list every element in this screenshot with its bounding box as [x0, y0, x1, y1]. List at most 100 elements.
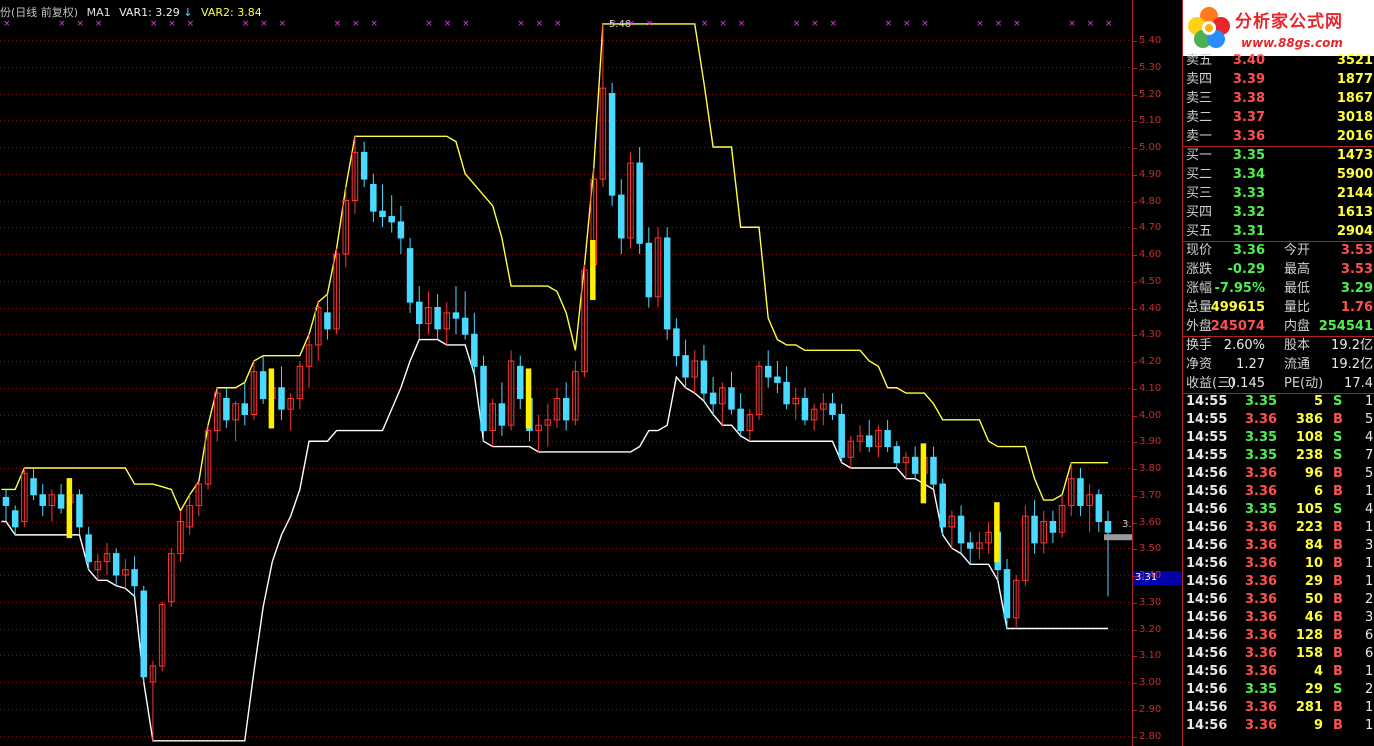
flower-logo-icon: [1188, 7, 1230, 48]
stat-label: 净资: [1186, 357, 1213, 372]
stat-label: 外盘: [1186, 319, 1213, 334]
order-volume: 5900: [1336, 167, 1373, 182]
tick-side: B: [1333, 592, 1343, 607]
tick-time: 14:56: [1186, 538, 1228, 553]
price-tick-mark: [1133, 388, 1137, 390]
quote-info-row: 收益(三) 0.145 PE(动) 17.4: [1183, 375, 1374, 393]
candle-body: [939, 483, 946, 528]
candle-body: [737, 408, 744, 432]
signal-x-marker: ×: [1013, 19, 1021, 29]
logo-url: www.88gs.com: [1241, 36, 1343, 50]
price-tick-mark: [1133, 308, 1137, 310]
chart-header: 份(日线 前复权) MA1 VAR1: 3.29 ↓ VAR2: 3.84: [0, 4, 267, 20]
signal-x-marker: ×: [425, 19, 433, 29]
kline-chart[interactable]: × × × × × × × × × × × × × × × × × × × × × × × × × × × × × × × × × × × × × 5.4…: [0, 0, 1132, 746]
price-tick-mark: [1133, 441, 1137, 443]
order-label: 买四: [1186, 205, 1213, 220]
candle-body: [278, 387, 285, 410]
price-tick-mark: [1133, 227, 1137, 229]
var2-label: VAR2: 3.84: [201, 6, 262, 19]
price-tick-label: 3.80: [1139, 462, 1162, 474]
tick-side: S: [1333, 502, 1343, 517]
signal-x-marker: ×: [921, 19, 929, 29]
price-tick-label: 4.00: [1139, 409, 1162, 421]
tick-price: 3.36: [1245, 592, 1278, 607]
signal-x-marker: ×: [536, 19, 544, 29]
price-tick-mark: [1133, 468, 1137, 470]
tick-row: 14:56 3.36 29 B 1: [1183, 573, 1374, 591]
order-volume: 2016: [1336, 129, 1373, 144]
tick-row: 14:56 3.36 6 B 1: [1183, 483, 1374, 501]
tick-price: 3.35: [1245, 682, 1278, 697]
logo: 分析家公式网 www.88gs.com: [1183, 0, 1374, 56]
candle-body: [131, 569, 138, 587]
candle-body: [801, 397, 809, 421]
tick-side: B: [1333, 574, 1343, 589]
stat-label: 今开: [1284, 243, 1311, 258]
stat-label: 内盘: [1284, 319, 1311, 334]
signal-x-marker: ×: [1068, 19, 1076, 29]
signal-x-marker: ×: [462, 19, 470, 29]
price-tick-label: 3.10: [1139, 649, 1162, 661]
tick-row: 14:56 3.36 4 B 1: [1183, 663, 1374, 681]
sell-level-row: 卖三 3.38 1867: [1183, 90, 1374, 108]
price-tick-label: 4.20: [1139, 355, 1162, 367]
tick-time: 14:56: [1186, 610, 1228, 625]
sell-level-row: 卖一 3.36 2016: [1183, 128, 1374, 146]
price-tick-label: 4.80: [1139, 195, 1162, 207]
stat-value: 2.60%: [1223, 338, 1265, 353]
price-tick-mark: [1133, 147, 1137, 149]
candle-body: [618, 194, 625, 239]
tick-count: 6: [1365, 646, 1374, 661]
tick-count: 7: [1365, 448, 1374, 463]
stat-value: -7.95%: [1214, 281, 1266, 296]
tick-time: 14:56: [1186, 628, 1228, 643]
tick-price: 3.35: [1245, 448, 1278, 463]
price-tick-mark: [1133, 602, 1137, 604]
order-volume: 1867: [1336, 91, 1373, 106]
candle-body: [1031, 515, 1038, 544]
tick-row: 14:56 3.35 105 S 4: [1183, 501, 1374, 519]
stat-label: 最低: [1284, 281, 1311, 296]
last-price-label: 3.56: [1122, 519, 1132, 530]
quote-info-row: 换手 2.60% 股本 19.2亿: [1183, 337, 1374, 355]
price-tick-mark: [1133, 40, 1137, 42]
order-volume: 2904: [1336, 224, 1373, 239]
tick-row: 14:56 3.36 158 B 6: [1183, 645, 1374, 663]
price-tick-mark: [1133, 682, 1137, 684]
tick-row: 14:56 3.36 223 B 10: [1183, 519, 1374, 537]
price-tick-label: 3.40: [1139, 569, 1162, 581]
candle-body: [112, 553, 120, 576]
tick-volume: 6: [1313, 484, 1323, 499]
kline-svg[interactable]: × × × × × × × × × × × × × × × × × × × × × × × × × × × × × × × × × × × × ×5.4…: [0, 0, 1132, 746]
tick-count: 2: [1365, 592, 1374, 607]
price-tick-mark: [1133, 495, 1137, 497]
candle-body: [764, 365, 772, 378]
quote-info-row: 净资 1.27 流通 19.2亿: [1183, 356, 1374, 374]
order-label: 卖五: [1186, 53, 1213, 68]
signal-x-marker: ×: [738, 19, 746, 29]
price-tick-mark: [1133, 120, 1137, 122]
order-price: 3.37: [1232, 110, 1265, 125]
signal-x-marker: ×: [995, 19, 1003, 29]
candle-body: [709, 392, 717, 405]
tick-side: S: [1333, 430, 1343, 445]
tick-count: 1: [1365, 484, 1374, 499]
signal-x-marker: ×: [95, 19, 103, 29]
tick-side: S: [1333, 448, 1343, 463]
order-volume: 1473: [1336, 148, 1373, 163]
stat-label: PE(动): [1284, 376, 1324, 391]
tick-price: 3.36: [1245, 646, 1278, 661]
buy-level-row: 买四 3.32 1613: [1183, 204, 1374, 222]
tick-volume: 29: [1304, 574, 1323, 589]
price-tick-mark: [1133, 361, 1137, 363]
signal-x-marker: ×: [554, 19, 562, 29]
tick-price: 3.36: [1245, 610, 1278, 625]
signal-x-marker: ×: [3, 19, 11, 29]
signal-marker: [66, 478, 73, 539]
tick-time: 14:55: [1186, 430, 1228, 445]
order-price: 3.33: [1232, 186, 1265, 201]
tick-time: 14:55: [1186, 448, 1228, 463]
candle-body: [2, 496, 10, 506]
candle-body: [324, 312, 331, 330]
